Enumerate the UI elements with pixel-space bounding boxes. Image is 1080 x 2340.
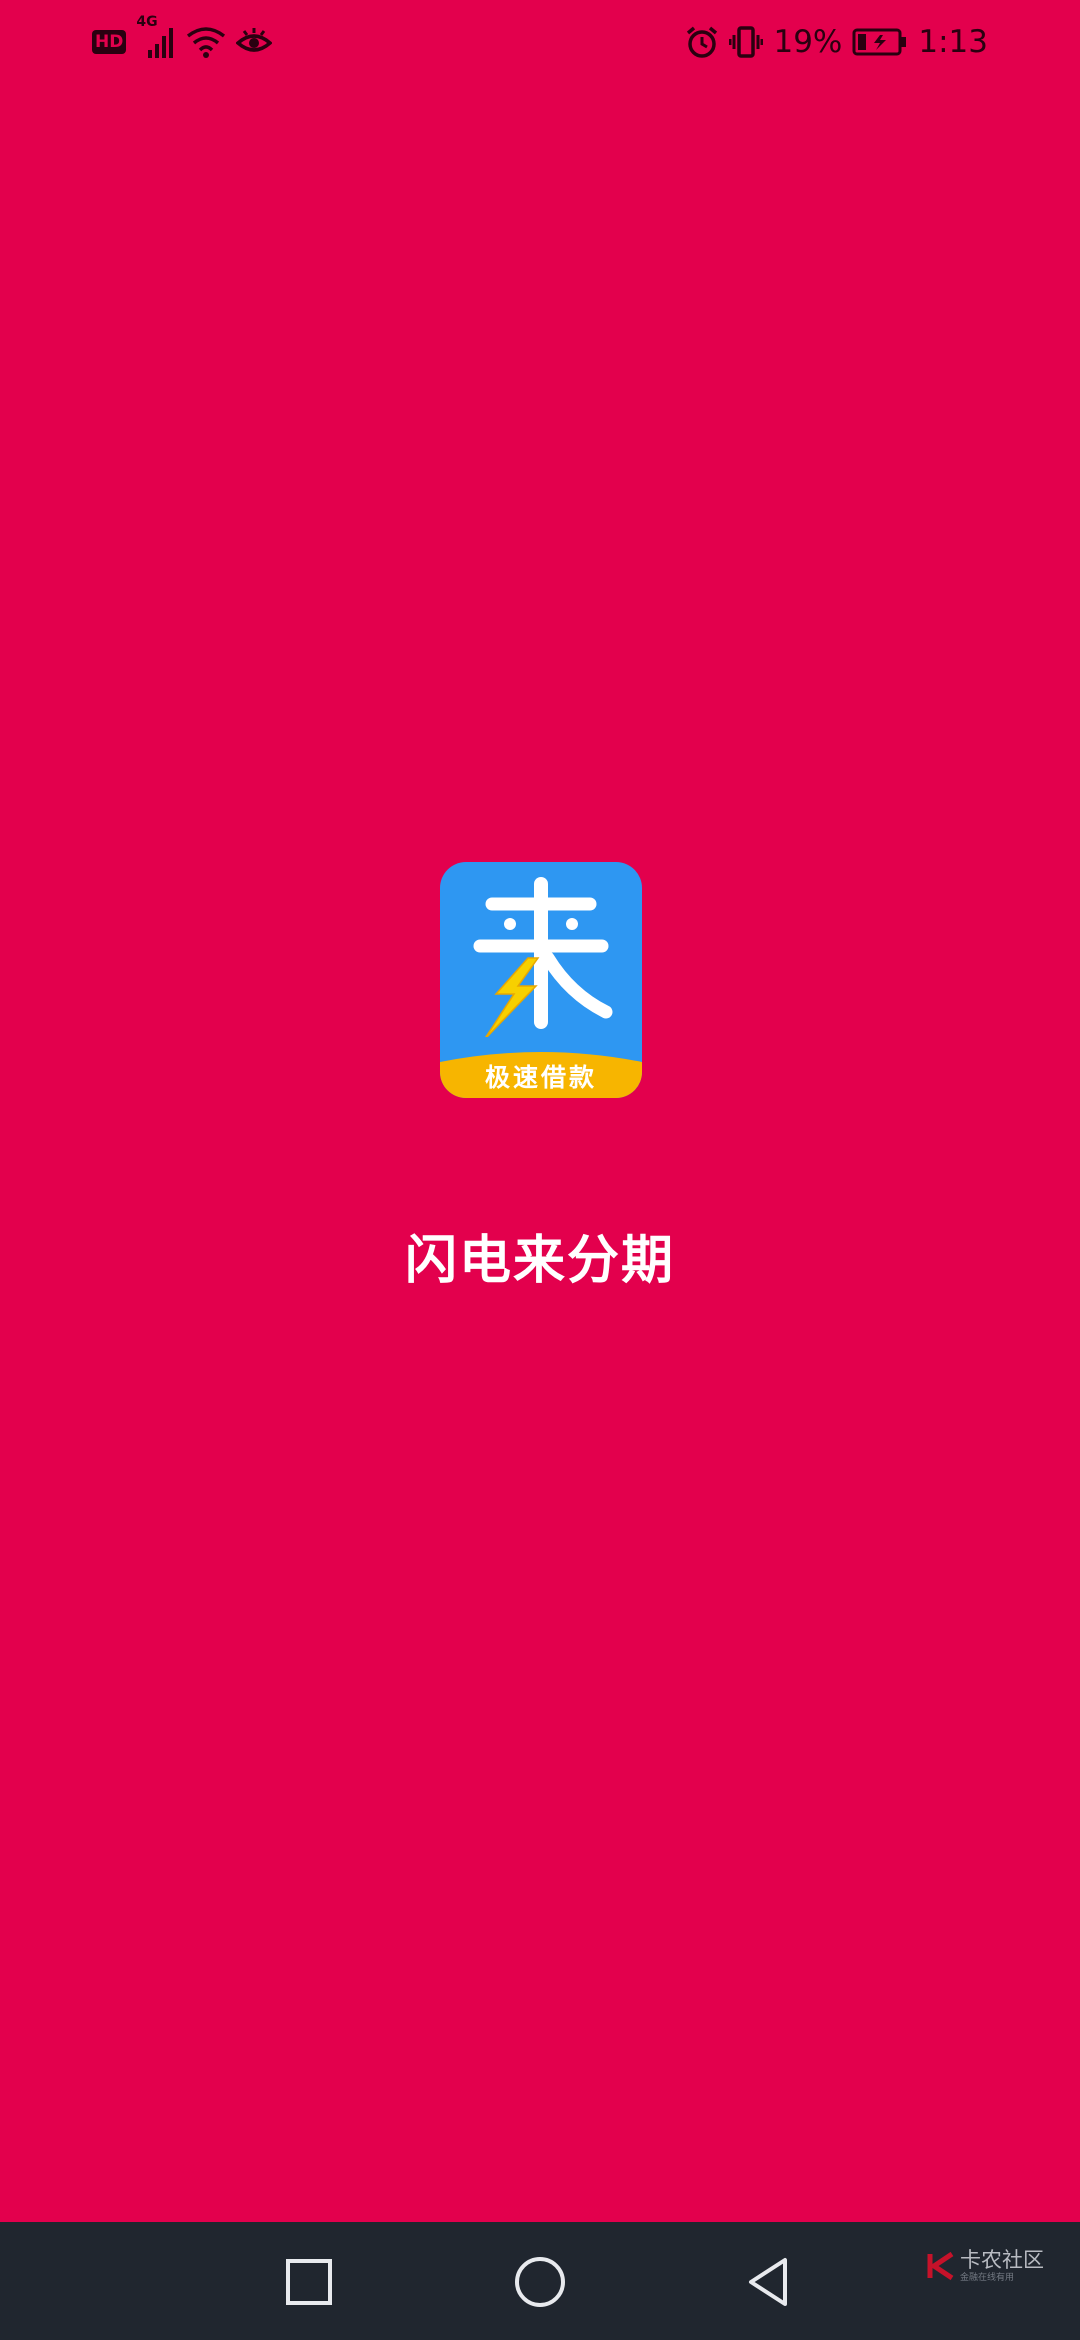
home-icon [515,2257,565,2307]
clock: 1:13 [918,24,988,60]
recent-apps-icon [286,2259,332,2305]
wifi-icon [186,25,226,59]
status-right: 19% 1:13 [685,22,988,62]
battery-percent: 19% [773,24,843,60]
watermark-sub-text: 金融在线有用 [960,2273,1015,2283]
recent-apps-button[interactable] [279,2252,339,2312]
lai-character-logo [473,877,613,1037]
back-button[interactable] [741,2252,801,2312]
eye-icon [236,27,273,57]
watermark-logo-icon [927,2251,954,2281]
vibrate-icon [729,25,764,59]
status-left: HD 4G [92,14,273,62]
alarm-icon [685,25,719,59]
home-button[interactable] [510,2252,570,2312]
battery-icon [852,27,908,57]
status-bar: HD 4G 19% 1:13 [0,0,1080,84]
network-label: 4G [136,14,158,30]
navigation-bar: 卡农社区 金融在线有用 [0,2222,1080,2340]
back-icon [749,2258,787,2306]
watermark-main-text: 卡农社区 [960,2248,1044,2272]
app-name: 闪电来分期 [404,1231,675,1291]
app-logo: 极速借款 [440,862,642,1098]
signal-icon: 4G [136,14,176,60]
watermark: 卡农社区 金融在线有用 [926,2248,1044,2284]
logo-banner-text: 极速借款 [484,1063,597,1092]
hd-icon: HD [92,30,127,54]
